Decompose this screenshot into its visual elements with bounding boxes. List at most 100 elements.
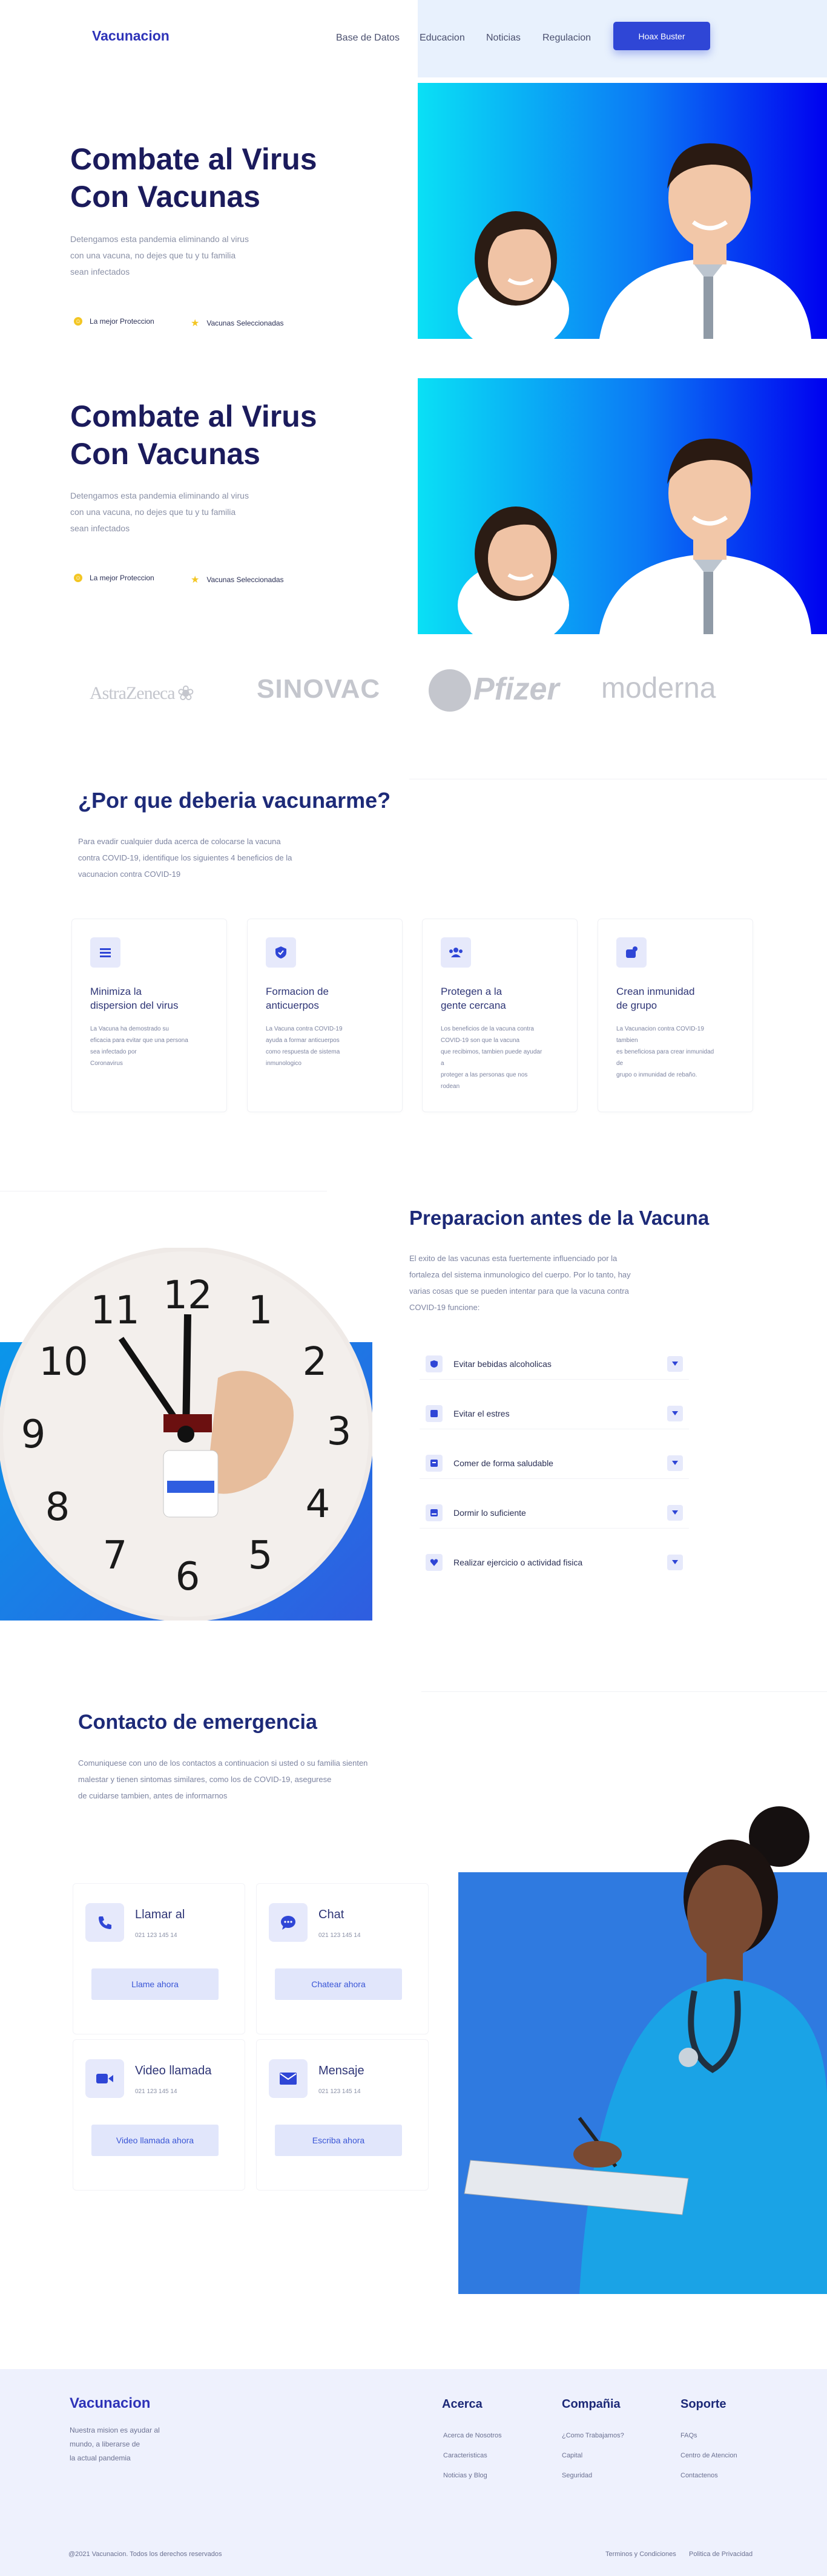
footer-link-terms[interactable]: Terminos y Condiciones [605, 2551, 676, 2558]
call-now-button[interactable]: Llame ahora [91, 1968, 219, 2000]
footer-about: Nuestra mision es ayudar al mundo, a lib… [70, 2426, 160, 2462]
chevron-down-icon[interactable] [667, 1555, 683, 1570]
contact-phone: 021 123 145 14 [318, 2088, 361, 2095]
contact-phone: 021 123 145 14 [135, 1932, 177, 1939]
nav-link-base-de-datos[interactable]: Base de Datos [336, 33, 400, 44]
clock-number: 9 [21, 1412, 46, 1457]
nav-link-noticias[interactable]: Noticias [486, 33, 521, 44]
benefit-card: Crean inmunidad de grupo La Vacunacion co… [598, 919, 753, 1112]
chat-now-button[interactable]: Chatear ahora [275, 1968, 402, 2000]
why-title: ¿Por que deberia vacunarme? [78, 788, 391, 813]
contact-phone: 021 123 145 14 [135, 2088, 177, 2095]
heart-icon [426, 1554, 443, 1571]
shield-icon [426, 1355, 443, 1372]
card-title: Crean inmunidad de grupo [616, 986, 695, 1011]
clock-number: 11 [90, 1288, 139, 1333]
prep-description: El exito de las vacunas esta fuertemente… [409, 1254, 631, 1312]
hero-description-secondary: Detengamos esta pandemia eliminando al v… [70, 491, 249, 533]
footer-link-faqs[interactable]: FAQs [680, 2432, 697, 2439]
contact-description: Comuniquese con uno de los contactos a c… [78, 1758, 368, 1800]
card-text: Los beneficios de la vacuna contra COVID-… [441, 1026, 542, 1090]
contact-card-chat: Chat 021 123 145 14 Chatear ahora [256, 1883, 429, 2034]
write-now-button[interactable]: Escriba ahora [275, 2125, 402, 2156]
hero-title: Combate al Virus Con Vacunas [70, 142, 317, 214]
chevron-down-icon[interactable] [667, 1355, 683, 1372]
brand-logo-astrazeneca: AstraZeneca ❀ [90, 683, 194, 705]
prep-title: Preparacion antes de la Vacuna [409, 1207, 710, 1229]
footer-link-security[interactable]: Seguridad [562, 2472, 592, 2479]
chevron-down-icon[interactable] [667, 1405, 683, 1421]
feature-selected-vaccines-secondary: ★ Vacunas Seleccionadas [191, 575, 284, 585]
clock-number: 2 [303, 1340, 328, 1385]
nav-link-educacion[interactable]: Educacion [420, 33, 465, 44]
hero-doctors-image-secondary [418, 378, 827, 634]
star-icon: ★ [191, 575, 200, 585]
brand-logo-moderna: moderna [601, 672, 716, 704]
clock-number: 7 [103, 1533, 128, 1578]
bed-icon [426, 1504, 443, 1521]
hero-description: Detengamos esta pandemia eliminando al v… [70, 234, 249, 277]
brand-logo-pfizer: Pfizer [429, 668, 559, 712]
benefit-card: Protegen a la gente cercana Los beneficio… [422, 919, 578, 1112]
accordion-item-exercise[interactable]: Realizar ejercicio o actividad fisica [420, 1547, 689, 1578]
accordion-item-sleep[interactable]: Dormir lo suficiente [420, 1497, 689, 1529]
chevron-down-icon[interactable] [667, 1504, 683, 1521]
chat-icon [269, 1903, 308, 1942]
footer-link-privacy[interactable]: Politica de Privacidad [689, 2551, 753, 2558]
contact-card-title: Chat [318, 1908, 344, 1921]
chevron-down-icon[interactable] [667, 1455, 683, 1471]
footer-link-how-we-work[interactable]: ¿Como Trabajamos? [562, 2432, 624, 2439]
calm-icon [426, 1404, 443, 1422]
video-icon [85, 2059, 124, 2098]
contact-card-title: Video llamada [135, 2064, 212, 2077]
card-title: Minimiza la dispersion del virus [90, 986, 179, 1011]
food-icon [426, 1454, 443, 1472]
nurse-image [458, 1791, 827, 2294]
group-icon [441, 937, 471, 968]
nav-link-regulacion[interactable]: Regulacion [542, 33, 591, 44]
mail-icon [269, 2059, 308, 2098]
smile-icon: ☺ [74, 317, 82, 326]
clock-number: 8 [45, 1485, 70, 1530]
clock-number: 1 [248, 1288, 273, 1333]
accordion-item-stress[interactable]: Evitar el estres [420, 1398, 689, 1429]
card-text: La Vacuna contra COVID-19 ayuda a formar … [266, 1026, 343, 1067]
site-logo[interactable]: Vacunacion [92, 28, 170, 44]
footer-link-capital[interactable]: Capital [562, 2452, 582, 2459]
feature-best-protection: ☺ La mejor Proteccion [74, 317, 154, 326]
contact-card-title: Mensaje [318, 2064, 364, 2077]
footer-column-title: Acerca [442, 2397, 483, 2411]
divider [421, 1691, 827, 1692]
card-text: La Vacunacion contra COVID-19 tambien es … [616, 1026, 714, 1078]
clock-number: 10 [39, 1340, 88, 1385]
clock-image: 12 1 2 3 4 5 6 7 8 9 10 11 [0, 1248, 372, 1621]
clock-number: 3 [327, 1409, 352, 1454]
footer-link-news-blog[interactable]: Noticias y Blog [443, 2472, 487, 2479]
brand-logo-sinovac: SINOVAC [257, 674, 381, 704]
benefit-card: Minimiza la dispersion del virus La Vacun… [71, 919, 227, 1112]
footer-logo[interactable]: Vacunacion [70, 2395, 150, 2412]
footer-link-support-center[interactable]: Centro de Atencion [680, 2452, 737, 2459]
clock-number: 4 [306, 1482, 331, 1527]
feature-selected-vaccines: ★ Vacunas Seleccionadas [191, 318, 284, 329]
card-title: Formacion de anticuerpos [266, 986, 329, 1011]
feature-best-protection-secondary: ☺ La mejor Proteccion [74, 574, 154, 582]
immunity-icon [616, 937, 647, 968]
accordion-item-healthy-eating[interactable]: Comer de forma saludable [420, 1447, 689, 1479]
footer-link-about-us[interactable]: Acerca de Nosotros [443, 2432, 502, 2439]
footer-column-title: Compañia [562, 2397, 621, 2411]
hoax-buster-button[interactable]: Hoax Buster [613, 22, 710, 50]
benefit-card: Formacion de anticuerpos La Vacuna contra… [247, 919, 403, 1112]
footer-column-title: Soporte [680, 2397, 727, 2411]
star-icon: ★ [191, 318, 200, 329]
contact-title: Contacto de emergencia [78, 1711, 317, 1734]
footer-link-contact[interactable]: Contactenos [680, 2472, 718, 2479]
accordion-item-alcohol[interactable]: Evitar bebidas alcoholicas [420, 1348, 689, 1380]
contact-card-title: Llamar al [135, 1908, 185, 1921]
why-description: Para evadir cualquier duda acerca de col… [78, 837, 292, 879]
clock-number: 6 [176, 1555, 200, 1599]
clock-number: 5 [248, 1533, 273, 1578]
video-call-now-button[interactable]: Video llamada ahora [91, 2125, 219, 2156]
footer-link-features[interactable]: Caracteristicas [443, 2452, 487, 2459]
footer-copyright: @2021 Vacunacion. Todos los derechos res… [68, 2551, 222, 2558]
